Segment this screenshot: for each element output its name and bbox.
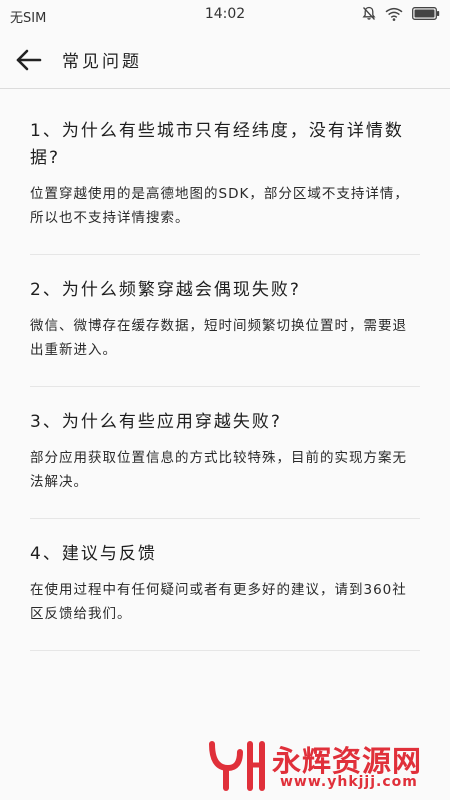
faq-answer: 部分应用获取位置信息的方式比较特殊，目前的实现方案无法解决。 xyxy=(30,450,407,490)
faq-answer: 位置穿越使用的是高德地图的SDK，部分区域不支持详情，所以也不支持详情搜索。 xyxy=(30,186,409,226)
faq-answer: 微信、微博存在缓存数据，短时间频繁切换位置时，需要退出重新进入。 xyxy=(30,318,407,358)
faq-question: 2、为什么频繁穿越会偶现失败? xyxy=(30,280,301,300)
faq-question: 4、建议与反馈 xyxy=(30,544,157,564)
arrow-left-icon xyxy=(14,49,44,78)
battery-icon xyxy=(412,7,440,24)
faq-item: 3、为什么有些应用穿越失败? 部分应用获取位置信息的方式比较特殊，目前的实现方案… xyxy=(30,409,420,519)
page-title: 常见问题 xyxy=(62,52,142,72)
back-button[interactable] xyxy=(14,46,44,74)
faq-question: 3、为什么有些应用穿越失败? xyxy=(30,412,282,432)
status-bar: 无SIM 14:02 xyxy=(0,0,450,30)
watermark-logo-icon xyxy=(206,738,268,796)
watermark-url: www.yhkjjj.com xyxy=(280,774,418,790)
faq-list: 1、为什么有些城市只有经纬度，没有详情数据? 位置穿越使用的是高德地图的SDK，… xyxy=(30,118,420,673)
faq-answer: 在使用过程中有任何疑问或者有更多好的建议，请到360社区反馈给我们。 xyxy=(30,582,407,622)
app-bar: 常见问题 xyxy=(0,30,450,89)
faq-item: 2、为什么频繁穿越会偶现失败? 微信、微博存在缓存数据，短时间频繁切换位置时，需… xyxy=(30,277,420,387)
watermark: 永辉资源网 www.yhkjjj.com xyxy=(206,736,450,792)
faq-question: 1、为什么有些城市只有经纬度，没有详情数据? xyxy=(30,121,404,168)
faq-item: 4、建议与反馈 在使用过程中有任何疑问或者有更多好的建议，请到360社区反馈给我… xyxy=(30,541,420,651)
wifi-icon xyxy=(385,7,403,25)
mute-bell-icon xyxy=(362,6,376,25)
faq-item: 1、为什么有些城市只有经纬度，没有详情数据? 位置穿越使用的是高德地图的SDK，… xyxy=(30,118,420,255)
status-icons xyxy=(362,6,440,25)
